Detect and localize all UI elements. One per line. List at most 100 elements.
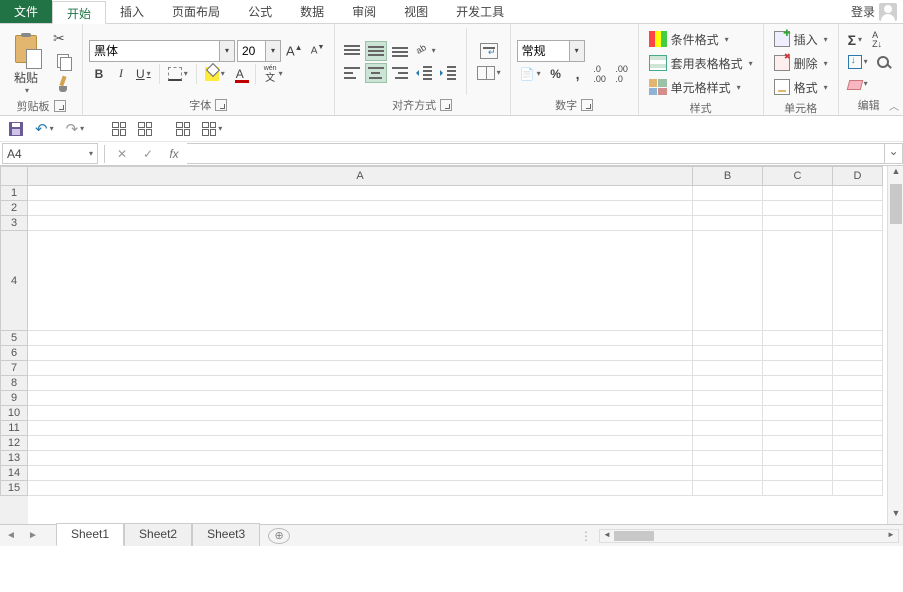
cell-C6[interactable] [763, 346, 833, 361]
delete-cells-button[interactable]: 删除 [770, 52, 832, 74]
cell-B10[interactable] [693, 406, 763, 421]
font-size-combo[interactable]: ▾ [237, 40, 281, 62]
tab-split-handle[interactable]: ⋮ [580, 529, 593, 543]
grid-body[interactable]: ABCD [28, 166, 887, 524]
cell-D14[interactable] [833, 466, 883, 481]
cell-B11[interactable] [693, 421, 763, 436]
cell-B9[interactable] [693, 391, 763, 406]
cell-A13[interactable] [28, 451, 693, 466]
cell-C10[interactable] [763, 406, 833, 421]
sheet-nav-prev[interactable]: ◄ [0, 530, 22, 541]
orientation-button[interactable] [413, 41, 439, 61]
qat-button-2[interactable] [135, 118, 155, 140]
cell-A1[interactable] [28, 186, 693, 201]
cell-D8[interactable] [833, 376, 883, 391]
font-size-input[interactable] [237, 40, 265, 62]
insert-function-button[interactable]: fx [161, 143, 187, 164]
redo-button[interactable] [63, 118, 88, 140]
cell-C5[interactable] [763, 331, 833, 346]
tab-页面布局[interactable]: 页面布局 [158, 0, 234, 23]
enter-formula-button[interactable]: ✓ [135, 143, 161, 164]
font-size-dropdown[interactable]: ▾ [265, 40, 281, 62]
row-header-9[interactable]: 9 [0, 391, 28, 406]
expand-formula-bar-button[interactable]: ⌄ [885, 143, 903, 164]
font-color-button[interactable]: A [230, 64, 250, 84]
font-name-combo[interactable]: ▾ [89, 40, 235, 62]
sheet-tab-Sheet2[interactable]: Sheet2 [124, 523, 192, 546]
wrap-text-button[interactable] [474, 41, 504, 61]
row-header-6[interactable]: 6 [0, 346, 28, 361]
tab-开发工具[interactable]: 开发工具 [442, 0, 518, 23]
cell-A5[interactable] [28, 331, 693, 346]
decrease-decimal-button[interactable]: .00.0 [612, 64, 632, 84]
tab-审阅[interactable]: 审阅 [338, 0, 390, 23]
scroll-up-button[interactable]: ▲ [888, 166, 903, 182]
conditional-formatting-button[interactable]: 条件格式 [645, 28, 757, 50]
clear-button[interactable] [845, 74, 871, 94]
cell-C7[interactable] [763, 361, 833, 376]
select-all-corner[interactable] [0, 166, 28, 186]
cell-D11[interactable] [833, 421, 883, 436]
number-launcher[interactable] [581, 99, 593, 111]
row-header-4[interactable]: 4 [0, 231, 28, 331]
bold-button[interactable]: B [89, 64, 109, 84]
format-as-table-button[interactable]: 套用表格格式 [645, 52, 757, 74]
scroll-right-button[interactable]: ► [884, 530, 898, 542]
cell-A8[interactable] [28, 376, 693, 391]
align-center-button[interactable] [365, 63, 387, 83]
autosum-button[interactable] [845, 30, 865, 50]
row-header-1[interactable]: 1 [0, 186, 28, 201]
format-painter-button[interactable] [50, 74, 76, 94]
underline-button[interactable]: U [133, 64, 154, 84]
undo-button[interactable] [32, 118, 57, 140]
alignment-launcher[interactable] [440, 99, 452, 111]
cell-A11[interactable] [28, 421, 693, 436]
cell-C11[interactable] [763, 421, 833, 436]
qat-button-3[interactable] [173, 118, 193, 140]
cell-B12[interactable] [693, 436, 763, 451]
new-sheet-button[interactable]: ⊕ [268, 528, 290, 544]
cell-B14[interactable] [693, 466, 763, 481]
hscroll-thumb[interactable] [614, 531, 654, 541]
row-header-10[interactable]: 10 [0, 406, 28, 421]
tab-数据[interactable]: 数据 [286, 0, 338, 23]
row-header-12[interactable]: 12 [0, 436, 28, 451]
grow-font-button[interactable]: A▲ [283, 41, 306, 61]
cell-B13[interactable] [693, 451, 763, 466]
tab-file[interactable]: 文件 [0, 0, 52, 23]
decrease-indent-button[interactable] [413, 63, 435, 83]
fill-color-button[interactable] [202, 64, 228, 84]
cell-B8[interactable] [693, 376, 763, 391]
row-header-7[interactable]: 7 [0, 361, 28, 376]
vscroll-thumb[interactable] [890, 184, 902, 224]
tab-公式[interactable]: 公式 [234, 0, 286, 23]
cell-styles-button[interactable]: 单元格样式 [645, 76, 757, 98]
cell-D5[interactable] [833, 331, 883, 346]
name-box[interactable]: A4 ▾ [2, 143, 98, 164]
cell-D2[interactable] [833, 201, 883, 216]
scroll-left-button[interactable]: ◄ [600, 530, 614, 542]
phonetic-button[interactable]: wén文 [261, 64, 286, 84]
qat-button-1[interactable] [109, 118, 129, 140]
accounting-format-button[interactable] [517, 64, 544, 84]
col-header-D[interactable]: D [833, 166, 883, 186]
number-format-dropdown[interactable]: ▾ [569, 40, 585, 62]
cell-A2[interactable] [28, 201, 693, 216]
horizontal-scrollbar[interactable]: ◄ ► [599, 529, 899, 543]
cell-A10[interactable] [28, 406, 693, 421]
cell-C3[interactable] [763, 216, 833, 231]
qat-button-4[interactable] [199, 118, 225, 140]
number-format-combo[interactable]: ▾ [517, 40, 632, 62]
cell-D15[interactable] [833, 481, 883, 496]
col-header-A[interactable]: A [28, 166, 693, 186]
row-header-11[interactable]: 11 [0, 421, 28, 436]
find-select-button[interactable] [873, 52, 893, 72]
row-header-5[interactable]: 5 [0, 331, 28, 346]
cell-C9[interactable] [763, 391, 833, 406]
cell-A9[interactable] [28, 391, 693, 406]
tab-插入[interactable]: 插入 [106, 0, 158, 23]
row-header-13[interactable]: 13 [0, 451, 28, 466]
row-header-15[interactable]: 15 [0, 481, 28, 496]
cell-A7[interactable] [28, 361, 693, 376]
cell-C15[interactable] [763, 481, 833, 496]
